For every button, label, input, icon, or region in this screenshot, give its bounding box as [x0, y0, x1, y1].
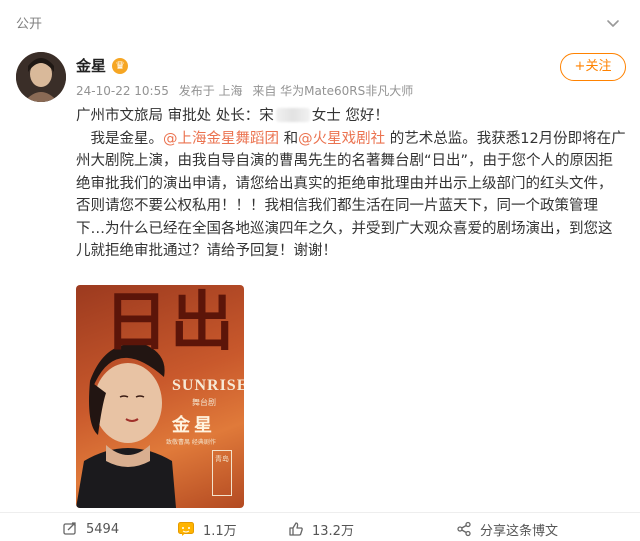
post-meta: 24-10-22 10:55 发布于 上海 来自 华为Mate60RS非凡大师 — [76, 82, 419, 99]
chevron-down-icon[interactable] — [604, 14, 622, 32]
comment-button[interactable]: 1.1万 — [177, 519, 237, 539]
intro-text: 我是金星。 — [90, 130, 164, 147]
comment-icon — [178, 522, 194, 536]
repost-button[interactable]: 5494 — [62, 519, 119, 539]
mention-link[interactable]: @火星戏剧社 — [298, 131, 385, 147]
share-icon — [457, 521, 471, 537]
comment-count: 1.1万 — [203, 523, 237, 539]
and-word: 和 — [279, 130, 299, 147]
poster-english-title: SUNRISE — [172, 377, 244, 394]
poster-title: 日出 — [104, 285, 236, 360]
post-location: 发布于 上海 — [178, 84, 243, 98]
poster-seal: 青岛 — [212, 450, 232, 496]
post-source: 来自 华为Mate60RS非凡大师 — [252, 84, 414, 98]
poster-tagline: 致敬曹禺 经典剧作 — [166, 439, 216, 446]
paragraph-text: 的艺术总监。我获悉12月份即将在广州大剧院上演，由我自导自演的曹禺先生的名著舞台… — [76, 130, 626, 260]
vip-crown-icon[interactable]: ♛ — [112, 58, 128, 74]
like-count: 13.2万 — [312, 523, 354, 539]
share-label: 分享这条博文 — [480, 523, 559, 539]
follow-button[interactable]: +关注 — [560, 53, 626, 81]
salutation-prefix: 广州市文旅局 审批处 处长：宋 — [76, 108, 274, 124]
mention-link[interactable]: @上海金星舞蹈团 — [163, 131, 279, 147]
redacted-name — [275, 108, 310, 122]
poster-name: 金星 — [172, 415, 216, 436]
salutation-suffix: 女士 您好！ — [311, 108, 389, 124]
like-button[interactable]: 13.2万 — [288, 519, 354, 539]
repost-icon — [63, 522, 76, 535]
avatar[interactable] — [16, 52, 66, 102]
visibility-label: 公开 — [16, 17, 43, 32]
share-button[interactable]: 分享这条博文 — [456, 519, 558, 539]
post-image[interactable]: 日出 SUNRISE 舞台剧 金星 致敬曹禺 经典剧作 青岛 — [76, 285, 244, 508]
post-body: 广州市文旅局 审批处 处长：宋 女士 您好！ 我是金星。@上海金星舞蹈团 和@火星… — [76, 105, 626, 263]
top-bar: 公开 — [0, 0, 640, 44]
post-salutation: 广州市文旅局 审批处 处长：宋 女士 您好！ — [76, 105, 626, 128]
action-bar: 5494 1.1万 13.2万 分享这条博文 — [0, 512, 640, 541]
repost-count: 5494 — [86, 521, 120, 537]
thumbs-up-icon — [289, 522, 303, 536]
author-name[interactable]: 金星 — [76, 55, 106, 76]
post-paragraph: 我是金星。@上海金星舞蹈团 和@火星戏剧社 的艺术总监。我获悉12月份即将在广州… — [76, 128, 626, 263]
post-time[interactable]: 24-10-22 10:55 — [76, 84, 169, 98]
poster-subtitle: 舞台剧 — [192, 398, 216, 407]
